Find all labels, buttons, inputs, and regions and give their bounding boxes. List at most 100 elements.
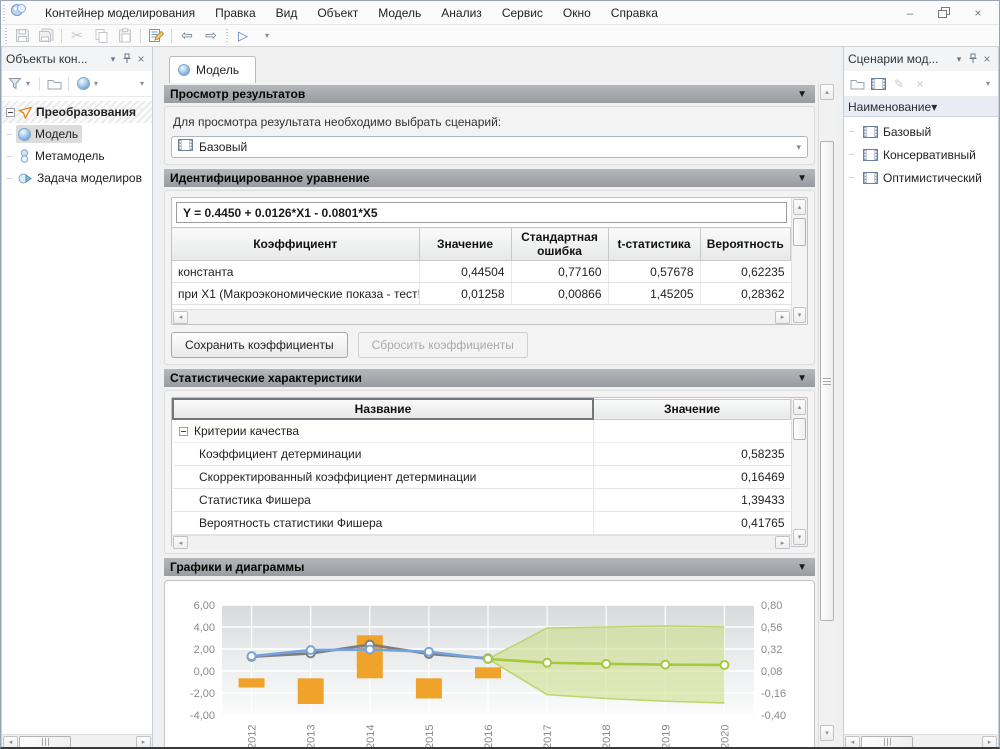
section-charts-header[interactable]: Графики и диаграммы ▼ bbox=[164, 558, 815, 576]
equation-vscrollbar[interactable]: ▴ ▾ bbox=[791, 198, 807, 324]
collapse-icon[interactable]: ▼ bbox=[797, 562, 807, 573]
scroll-left-icon[interactable]: ◂ bbox=[173, 536, 188, 549]
objects-hscrollbar[interactable]: ◂ ▸ bbox=[2, 734, 152, 749]
scroll-up-icon[interactable]: ▴ bbox=[820, 84, 834, 100]
chevron-down-icon[interactable]: ▾ bbox=[796, 142, 801, 153]
close-button[interactable]: × bbox=[963, 4, 993, 22]
column-header[interactable]: Стандартная ошибка bbox=[511, 228, 608, 261]
scroll-right-icon[interactable]: ▸ bbox=[775, 311, 790, 324]
content-vscrollbar[interactable]: ▴ ▾ bbox=[818, 83, 835, 749]
collapse-icon[interactable]: ▼ bbox=[797, 373, 807, 384]
scenario-list-item[interactable]: –Консервативный bbox=[844, 143, 998, 166]
column-header[interactable]: Вероятность bbox=[700, 228, 791, 261]
scroll-left-icon[interactable]: ◂ bbox=[173, 311, 188, 324]
edit-pencil-icon[interactable]: ✎ bbox=[889, 74, 909, 94]
delete-icon[interactable]: × bbox=[910, 74, 930, 94]
section-equation-header[interactable]: Идентифицированное уравнение ▼ bbox=[164, 169, 815, 187]
scenarios-column-header[interactable]: Наименование ▾ bbox=[844, 97, 998, 117]
dropdown-icon[interactable]: ▾ bbox=[255, 26, 279, 46]
menu-item[interactable]: Вид bbox=[267, 3, 307, 23]
edit-script-icon[interactable] bbox=[144, 26, 168, 46]
table-row[interactable]: константа0,445040,771600,576780,62235 bbox=[172, 261, 791, 283]
model-sphere-icon[interactable] bbox=[73, 74, 93, 94]
cut-icon[interactable]: ✂ bbox=[65, 26, 89, 46]
scenario-icon[interactable] bbox=[868, 74, 888, 94]
panel-menu-icon[interactable]: ▾ bbox=[106, 54, 120, 65]
table-group-row[interactable]: Критерии качества bbox=[173, 419, 791, 442]
stats-vscrollbar[interactable]: ▴ ▾ bbox=[791, 398, 807, 546]
restore-button[interactable] bbox=[929, 4, 959, 22]
table-row[interactable]: Вероятность статистики Фишера0,41765 bbox=[173, 511, 791, 534]
collapse-icon[interactable]: ▼ bbox=[797, 89, 807, 100]
scroll-right-icon[interactable]: ▸ bbox=[136, 736, 151, 749]
scenario-list-item[interactable]: –Базовый bbox=[844, 120, 998, 143]
minimize-button[interactable]: – bbox=[895, 4, 925, 22]
menu-item[interactable]: Объект bbox=[308, 3, 367, 23]
paste-icon[interactable] bbox=[113, 26, 137, 46]
toolbar-grip[interactable] bbox=[5, 28, 7, 44]
scroll-down-icon[interactable]: ▾ bbox=[793, 307, 806, 323]
equation-formula[interactable]: Y = 0.4450 + 0.0126*X1 - 0.0801*X5 bbox=[176, 202, 787, 223]
scroll-thumb[interactable] bbox=[793, 218, 806, 246]
collapse-box-icon[interactable] bbox=[179, 427, 188, 436]
scroll-right-icon[interactable]: ▸ bbox=[775, 536, 790, 549]
table-row[interactable]: Скорректированный коэффициент детерминац… bbox=[173, 465, 791, 488]
scenario-select[interactable]: Базовый ▾ bbox=[171, 136, 808, 158]
tree-node-modeling-task-icon[interactable]: –Задача моделиров bbox=[2, 167, 152, 189]
pin-icon[interactable] bbox=[120, 53, 134, 66]
copy-icon[interactable] bbox=[89, 26, 113, 46]
column-header[interactable]: Значение bbox=[593, 399, 791, 419]
scroll-up-icon[interactable]: ▴ bbox=[793, 399, 806, 415]
section-results-header[interactable]: Просмотр результатов ▼ bbox=[164, 85, 815, 103]
close-panel-icon[interactable]: × bbox=[980, 52, 994, 66]
section-stats-header[interactable]: Статистические характеристики ▼ bbox=[164, 369, 815, 387]
menu-item[interactable]: Модель bbox=[369, 3, 430, 23]
tab-model[interactable]: Модель bbox=[169, 56, 256, 83]
panel-menu-icon[interactable]: ▾ bbox=[952, 54, 966, 65]
splitter[interactable] bbox=[835, 47, 843, 749]
pin-icon[interactable] bbox=[966, 53, 980, 66]
splitter[interactable] bbox=[153, 47, 161, 749]
folder-icon[interactable] bbox=[847, 74, 867, 94]
save-coefficients-button[interactable]: Сохранить коэффициенты bbox=[171, 332, 348, 358]
scroll-right-icon[interactable]: ▸ bbox=[982, 736, 997, 749]
chevron-down-icon[interactable]: ▾ bbox=[931, 100, 994, 114]
scenarios-hscrollbar[interactable]: ◂ ▸ bbox=[844, 734, 998, 749]
back-icon[interactable]: ⇦ bbox=[175, 26, 199, 46]
collapse-box-icon[interactable] bbox=[6, 108, 15, 117]
scroll-thumb[interactable] bbox=[793, 418, 806, 440]
scroll-down-icon[interactable]: ▾ bbox=[793, 529, 806, 545]
toolbar-overflow-icon[interactable]: ▾ bbox=[140, 79, 149, 88]
filter-icon[interactable] bbox=[5, 74, 25, 94]
tree-node-model-sphere-icon[interactable]: –Модель bbox=[2, 123, 152, 145]
toolbar-grip[interactable] bbox=[3, 5, 5, 21]
tree-node-metamodel-icon[interactable]: –Метамодель bbox=[2, 145, 152, 167]
scroll-thumb[interactable] bbox=[861, 736, 913, 749]
scroll-thumb[interactable] bbox=[820, 141, 834, 621]
filter-dropdown-icon[interactable]: ▾ bbox=[26, 79, 35, 88]
scroll-down-icon[interactable]: ▾ bbox=[820, 725, 834, 741]
scroll-left-icon[interactable]: ◂ bbox=[845, 736, 860, 749]
scroll-left-icon[interactable]: ◂ bbox=[3, 736, 18, 749]
scroll-thumb[interactable] bbox=[19, 736, 71, 749]
folder-icon[interactable] bbox=[44, 74, 64, 94]
menu-item[interactable]: Правка bbox=[206, 3, 265, 23]
stats-hscrollbar[interactable]: ◂ ▸ bbox=[172, 535, 791, 550]
table-row[interactable]: Статистика Фишера1,39433 bbox=[173, 488, 791, 511]
table-row[interactable]: при X1 (Макроэкономические показа - тест… bbox=[172, 283, 791, 305]
scroll-up-icon[interactable]: ▴ bbox=[793, 199, 806, 215]
equation-hscrollbar[interactable]: ◂ ▸ bbox=[172, 309, 791, 324]
menu-item[interactable]: Анализ bbox=[432, 3, 491, 23]
toolbar-overflow-icon[interactable]: ▾ bbox=[986, 79, 995, 88]
column-header[interactable]: t-статистика bbox=[608, 228, 700, 261]
column-header[interactable]: Название bbox=[173, 399, 593, 419]
column-header[interactable]: Значение bbox=[419, 228, 511, 261]
menu-item[interactable]: Справка bbox=[602, 3, 667, 23]
sphere-dropdown-icon[interactable]: ▾ bbox=[94, 79, 103, 88]
column-header[interactable]: Коэффициент bbox=[172, 228, 419, 261]
tree-node-transformations[interactable]: Преобразования bbox=[2, 101, 152, 123]
scenario-list-item[interactable]: –Оптимистический bbox=[844, 166, 998, 189]
reset-coefficients-button[interactable]: Сбросить коэффициенты bbox=[358, 332, 528, 358]
menu-item[interactable]: Окно bbox=[554, 3, 600, 23]
menu-item[interactable]: Контейнер моделирования bbox=[36, 3, 204, 23]
